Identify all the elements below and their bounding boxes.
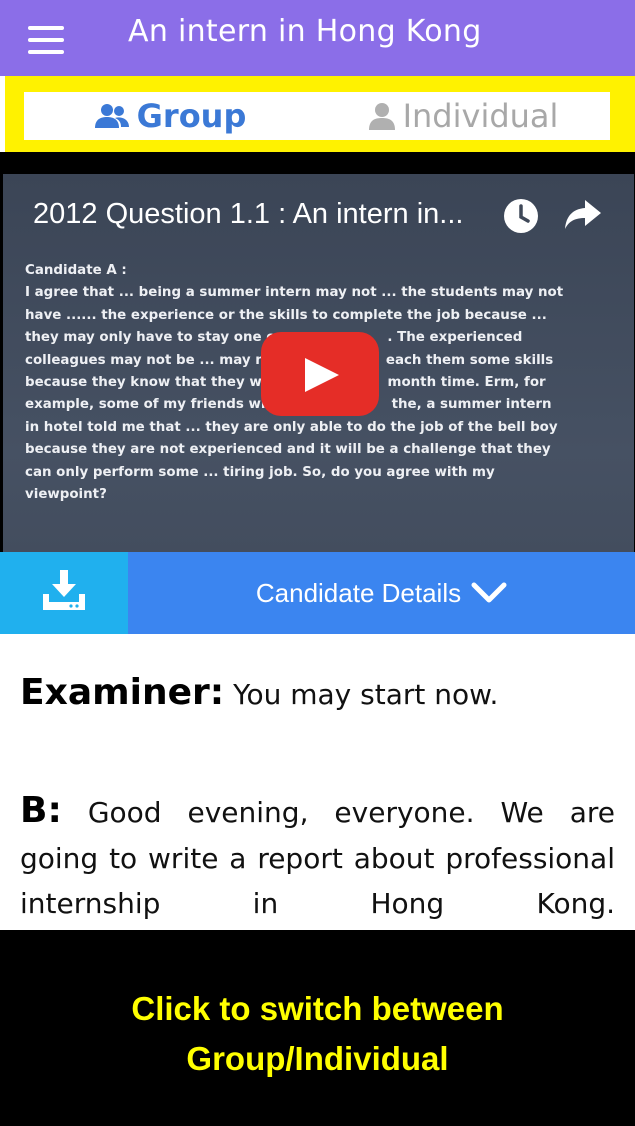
download-button[interactable] — [0, 552, 128, 634]
tab-group[interactable]: Group — [24, 92, 317, 140]
tab-individual-label: Individual — [402, 97, 559, 135]
candidate-details-toggle[interactable]: Candidate Details — [128, 552, 635, 634]
speaker-label: Examiner: — [20, 672, 225, 713]
video-player[interactable]: 2012 Question 1.1 : An intern in... Cand… — [0, 152, 635, 552]
caption-line-2: Group/Individual — [186, 1040, 449, 1077]
clock-icon[interactable] — [503, 198, 539, 234]
app-bar: An intern in Hong Kong — [0, 0, 635, 76]
video-title: 2012 Question 1.1 : An intern in... — [33, 198, 464, 230]
slide-heading: Candidate A : — [25, 263, 127, 278]
speaker-label: B: — [20, 790, 62, 831]
instruction-caption: Click to switch between Group/Individual — [0, 930, 635, 1126]
caption-line-1: Click to switch between — [131, 990, 504, 1027]
transcript-entry: Examiner: You may start now. — [20, 660, 615, 728]
transcript-entry: B: Good evening, everyone. We are going … — [20, 788, 615, 927]
caption-text: Click to switch between Group/Individual — [0, 984, 635, 1084]
user-icon — [368, 103, 395, 130]
transcript: Examiner: You may start now. B: Good eve… — [20, 660, 615, 927]
slide-line: because they are not experienced and it … — [25, 442, 551, 458]
tab-individual[interactable]: Individual — [317, 92, 610, 140]
transcript-text: Good evening, everyone. We are going to … — [20, 796, 616, 920]
group-icon — [94, 104, 129, 128]
slide-line: in hotel told me that ... they are only … — [25, 419, 558, 435]
play-button[interactable] — [261, 332, 379, 416]
download-icon — [43, 570, 85, 610]
hamburger-menu-icon[interactable] — [28, 26, 64, 54]
candidate-details-label: Candidate Details — [255, 577, 462, 608]
play-icon — [305, 358, 339, 392]
chevron-down-icon — [471, 582, 507, 603]
slide-line: viewpoint? — [25, 487, 107, 503]
slide-line: can only perform some ... tiring job. So… — [25, 464, 495, 480]
slide-line: have ...... the experience or the skills… — [25, 307, 547, 323]
candidate-details-bar: Candidate Details — [0, 552, 635, 634]
transcript-text: You may start now. — [233, 678, 499, 711]
share-icon[interactable] — [565, 200, 601, 230]
group-individual-tabs: Group Individual — [24, 92, 610, 140]
video-thumbnail: 2012 Question 1.1 : An intern in... Cand… — [3, 174, 634, 552]
slide-line: I agree that ... being a summer intern m… — [25, 285, 564, 301]
page-title: An intern in Hong Kong — [128, 14, 482, 49]
tab-group-label: Group — [136, 97, 247, 135]
